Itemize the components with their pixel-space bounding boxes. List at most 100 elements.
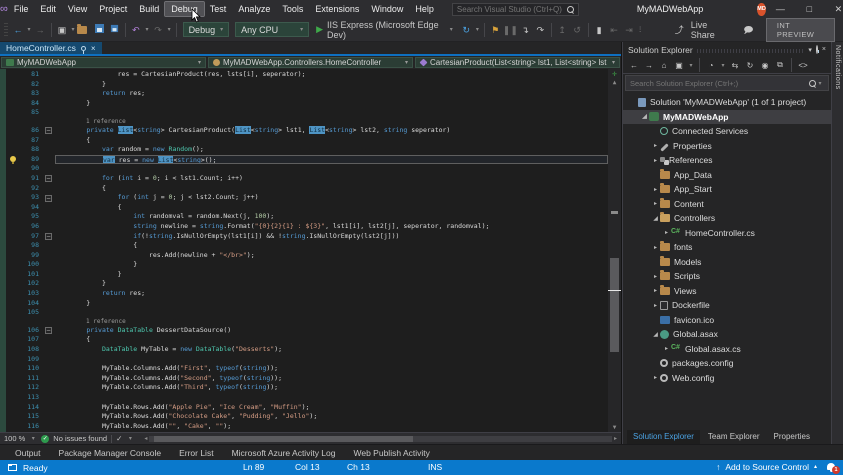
code-line-109[interactable]: 109 [6, 355, 608, 365]
previous-bookmark-icon[interactable]: ⇤ [607, 19, 622, 41]
code-text[interactable]: } [55, 80, 608, 90]
breakpoint-margin[interactable] [6, 289, 21, 299]
fold-collapse-icon[interactable]: – [44, 232, 55, 242]
code-text[interactable]: MyTable.Rows.Add("Chocolate Cake", "Pudd… [55, 412, 608, 422]
scroll-right-icon[interactable]: ▸ [614, 435, 617, 442]
step-out-icon[interactable]: ↥ [555, 19, 570, 41]
int-preview-button[interactable]: INT PREVIEW [766, 18, 835, 42]
code-text[interactable]: { [55, 241, 608, 251]
breakpoint-margin[interactable] [6, 422, 21, 432]
code-text[interactable]: } [55, 299, 608, 309]
se-nuget-icon[interactable]: ◉ [758, 61, 772, 70]
panel-tab-team-explorer[interactable]: Team Explorer [702, 430, 766, 444]
navigate-forward-icon[interactable]: → [33, 19, 48, 41]
project-dropdown[interactable]: MyMADWebApp▾ [1, 57, 206, 68]
breakpoint-margin[interactable] [6, 299, 21, 309]
tree-item-global-asax-cs[interactable]: ▸Global.asax.cs [623, 342, 831, 357]
breakpoint-margin[interactable] [6, 393, 21, 403]
code-line-97[interactable]: 97– if(!string.IsNullOrEmpty(lst1[i]) &&… [6, 232, 608, 242]
zoom-level-dropdown[interactable]: 100 % [4, 434, 25, 443]
code-text[interactable]: for (int i = 0; i < lst1.Count; i++) [55, 174, 608, 184]
step-over-icon[interactable]: ↷ [533, 19, 548, 41]
breakpoint-margin[interactable] [6, 99, 21, 109]
menu-help[interactable]: Help [409, 2, 440, 16]
breakpoint-margin[interactable] [6, 193, 21, 203]
menu-extensions[interactable]: Extensions [309, 2, 365, 16]
member-dropdown[interactable]: CartesianProduct(List<string> lst1, List… [415, 57, 620, 68]
solution-configuration-dropdown[interactable]: Debug▾ [183, 22, 230, 37]
code-text[interactable]: return res; [55, 89, 608, 99]
code-text[interactable]: MyTable.Columns.Add("Third", typeof(stri… [55, 383, 608, 393]
menu-tools[interactable]: Tools [276, 2, 309, 16]
expand-collapsed-icon[interactable]: ▸ [662, 345, 671, 352]
scroll-down-icon[interactable]: ▼ [608, 424, 621, 432]
se-views-dropdown-icon[interactable]: ▾ [687, 62, 695, 69]
breakpoint-margin[interactable] [6, 174, 21, 184]
code-text[interactable] [55, 308, 608, 318]
code-lens-references[interactable]: 1 reference [6, 318, 608, 326]
code-text[interactable]: } [55, 270, 608, 280]
breakpoint-margin[interactable] [6, 279, 21, 289]
code-line-96[interactable]: 96 string newline = string.Format("{0}{2… [6, 222, 608, 232]
se-forward-icon[interactable]: → [642, 61, 656, 70]
close-panel-icon[interactable]: × [822, 46, 826, 53]
navigate-back-icon[interactable]: ← [10, 19, 25, 41]
menu-test[interactable]: Test [204, 2, 233, 16]
bottom-tab-microsoft-azure-activity-log[interactable]: Microsoft Azure Activity Log [225, 446, 343, 460]
fold-collapse-icon[interactable]: – [44, 126, 55, 136]
save-icon[interactable] [92, 19, 107, 41]
add-to-source-control-button[interactable]: ↑ Add to Source Control ▴ [716, 460, 817, 475]
panel-tab-solution-explorer[interactable]: Solution Explorer [627, 430, 700, 444]
maximize-button[interactable]: □ [795, 0, 824, 18]
expand-expanded-icon[interactable]: ◢ [640, 113, 649, 120]
scroll-up-icon[interactable]: ▲ [608, 79, 621, 87]
tree-item-web-config[interactable]: ▸Web.config [623, 371, 831, 386]
code-text[interactable]: DataTable MyTable = new DataTable("Desse… [55, 345, 608, 355]
code-line-115[interactable]: 115 MyTable.Rows.Add("Chocolate Cake", "… [6, 412, 608, 422]
tree-item-dockerfile[interactable]: ▸Dockerfile [623, 298, 831, 313]
code-editor[interactable]: 81 res = CartesianProduct(res, lsts[i], … [0, 69, 621, 432]
editor-horizontal-scrollbar[interactable]: ◂ ▸ [144, 435, 617, 442]
tree-item-mymadwebapp[interactable]: ◢MyMADWebApp [623, 110, 831, 125]
code-text[interactable]: res.Add(newline + "</br>"); [55, 251, 608, 261]
breakpoint-margin[interactable] [6, 222, 21, 232]
code-text[interactable] [55, 108, 608, 118]
new-project-icon[interactable]: ▣ [54, 19, 69, 41]
code-line-92[interactable]: 92 { [6, 184, 608, 194]
save-all-icon[interactable] [107, 19, 122, 41]
code-text[interactable]: int randomval = random.Next(j, 100); [55, 212, 608, 222]
tree-item-references[interactable]: ▸References [623, 153, 831, 168]
close-button[interactable]: ✕ [824, 0, 843, 18]
breakpoint-margin[interactable] [6, 412, 21, 422]
panel-dropdown-icon[interactable]: ▾ [808, 46, 812, 54]
split-editor-icon[interactable]: ✛ [608, 69, 621, 79]
breakpoint-margin[interactable] [6, 126, 21, 136]
tree-item-app-start[interactable]: ▸App_Start [623, 182, 831, 197]
code-text[interactable]: res = CartesianProduct(res, lsts[i], sep… [55, 70, 608, 80]
undo-icon[interactable]: ↶ [128, 19, 143, 41]
tree-item-solution-mymadwebapp-1-of-1-project[interactable]: Solution 'MyMADWebApp' (1 of 1 project) [623, 95, 831, 110]
scroll-left-icon[interactable]: ◂ [144, 435, 147, 442]
code-line-114[interactable]: 114 MyTable.Rows.Add("Apple Pie", "Ice C… [6, 403, 608, 413]
breakpoint-margin[interactable] [6, 203, 21, 213]
code-line-101[interactable]: 101 } [6, 270, 608, 280]
expand-collapsed-icon[interactable]: ▸ [651, 244, 660, 251]
breakpoint-margin[interactable] [6, 335, 21, 345]
undo-dropdown-icon[interactable]: ▾ [143, 26, 150, 33]
code-text[interactable]: MyTable.Columns.Add("First", typeof(stri… [55, 364, 608, 374]
breakpoint-margin[interactable] [6, 374, 21, 384]
new-project-dropdown-icon[interactable]: ▾ [69, 26, 76, 33]
menu-analyze[interactable]: Analyze [232, 2, 276, 16]
scrollbar-thumb[interactable] [610, 258, 619, 352]
code-text[interactable]: } [55, 279, 608, 289]
breakpoint-margin[interactable] [6, 326, 21, 336]
code-line-81[interactable]: 81 res = CartesianProduct(res, lsts[i], … [6, 70, 608, 80]
breakpoint-margin[interactable] [6, 212, 21, 222]
restart-icon[interactable]: ↺ [570, 19, 585, 41]
tree-item-connected-services[interactable]: Connected Services [623, 124, 831, 139]
document-tab-homecontroller[interactable]: HomeController.cs × [0, 42, 102, 54]
live-share-button[interactable]: ⤴ Live Share [672, 19, 727, 41]
navigate-back-dropdown-icon[interactable]: ▾ [25, 26, 32, 33]
code-text[interactable] [55, 355, 608, 365]
break-all-icon[interactable]: ❚❚ [503, 19, 518, 41]
